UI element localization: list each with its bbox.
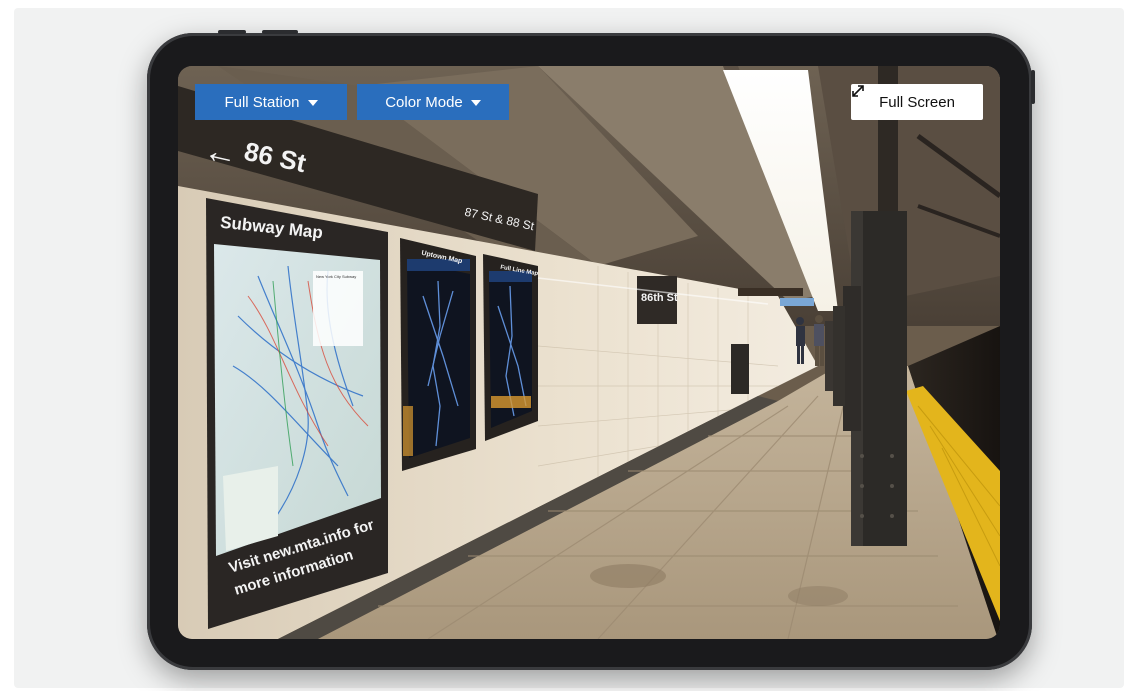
station-wall-sign: 86th St bbox=[641, 292, 678, 304]
color-mode-dropdown-button[interactable]: Color Mode bbox=[357, 84, 509, 120]
map-legend-title: New York City Subway bbox=[316, 274, 357, 279]
full-screen-button[interactable]: Full Screen bbox=[851, 84, 983, 120]
station-dropdown-button[interactable]: Full Station bbox=[195, 84, 347, 120]
color-mode-dropdown-label: Color Mode bbox=[385, 93, 463, 111]
chevron-down-icon bbox=[307, 100, 318, 106]
chevron-down-icon bbox=[470, 100, 481, 106]
tablet-top-button bbox=[262, 30, 298, 34]
full-screen-label: Full Screen bbox=[879, 93, 955, 111]
tablet-side-button bbox=[1031, 70, 1035, 104]
tablet-top-button bbox=[218, 30, 246, 34]
station-viewer[interactable]: ← 86 St 87 St & 88 St Subway Map New Yor… bbox=[178, 66, 1000, 639]
station-dropdown-label: Full Station bbox=[224, 93, 300, 111]
expand-arrows-icon bbox=[852, 85, 864, 97]
